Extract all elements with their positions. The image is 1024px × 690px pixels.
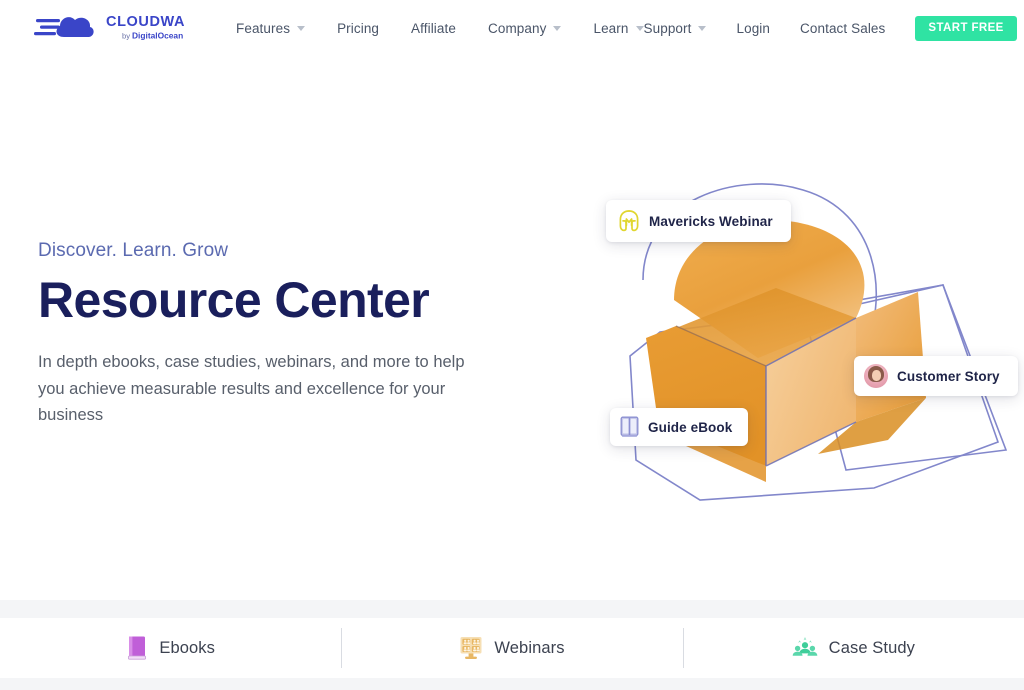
nav-item-support[interactable]: Support: [644, 21, 707, 36]
tab-webinars[interactable]: Webinars: [341, 626, 682, 670]
cloudways-logo[interactable]: CLOUDWAYS by DigitalOcean: [34, 8, 184, 48]
nav-item-learn[interactable]: Learn: [593, 20, 644, 36]
card-label: Guide eBook: [648, 419, 733, 435]
chevron-down-icon: [698, 25, 707, 31]
svg-text:CLOUDWAYS: CLOUDWAYS: [106, 14, 184, 30]
nav-label: Pricing: [337, 20, 380, 36]
nav-label: Login: [736, 20, 771, 36]
mavericks-helmet-icon: [618, 209, 640, 233]
nav-label: Affiliate: [411, 20, 456, 36]
svg-text:by: by: [122, 32, 130, 41]
nav-label: Support: [643, 20, 692, 36]
tab-label: Webinars: [494, 638, 565, 657]
nav-label: Features: [236, 20, 291, 36]
nav-label: Company: [487, 20, 547, 36]
page-root: CLOUDWAYS by DigitalOcean Features Prici…: [0, 0, 1024, 690]
purple-book-icon: [126, 635, 148, 661]
nav-item-pricing[interactable]: Pricing: [337, 21, 379, 36]
card-label: Customer Story: [897, 368, 1000, 384]
tab-label: Case Study: [828, 638, 915, 657]
card-customer-story[interactable]: Customer Story: [854, 356, 1018, 396]
nav-item-affiliate[interactable]: Affiliate: [411, 21, 456, 36]
resource-type-tabs: Ebooks Webinars Case Study: [0, 618, 1024, 678]
tab-case-study[interactable]: Case Study: [682, 626, 1024, 670]
card-mavericks-webinar[interactable]: Mavericks Webinar: [606, 200, 791, 242]
secondary-navigation: Support Login Contact Sales START FREE: [644, 15, 1017, 41]
start-free-button[interactable]: START FREE: [915, 15, 1017, 41]
tab-label: Ebooks: [159, 638, 215, 657]
people-group-icon: [792, 635, 818, 661]
section-divider-bottom: [0, 678, 1024, 690]
cloud-speed-icon: CLOUDWAYS by DigitalOcean: [34, 14, 184, 41]
card-guide-ebook[interactable]: Guide eBook: [610, 408, 749, 446]
chevron-down-icon: [553, 25, 562, 31]
nav-item-contact-sales[interactable]: Contact Sales: [800, 21, 885, 36]
nav-item-company[interactable]: Company: [487, 20, 562, 36]
hero-description: In depth ebooks, case studies, webinars,…: [38, 353, 465, 425]
page-title: Resource Center: [38, 272, 430, 328]
nav-label: Contact Sales: [800, 20, 886, 36]
hero-illustration: Mavericks Webinar Customer Story Guide e…: [588, 160, 1024, 520]
svg-text:DigitalOcean: DigitalOcean: [132, 31, 183, 41]
webinar-grid-icon: [459, 635, 483, 661]
avatar: [864, 364, 888, 388]
hero-eyebrow: Discover. Learn. Grow: [38, 240, 229, 261]
chevron-down-icon: [635, 25, 644, 31]
section-divider-top: [0, 600, 1024, 618]
nav-item-login[interactable]: Login: [736, 21, 770, 36]
nav-item-features[interactable]: Features: [236, 20, 306, 36]
hero-text-block: Discover. Learn. Grow Resource Center In…: [38, 240, 508, 429]
site-header: CLOUDWAYS by DigitalOcean Features Prici…: [0, 0, 1024, 56]
card-label: Mavericks Webinar: [649, 213, 773, 229]
tab-ebooks[interactable]: Ebooks: [0, 626, 341, 670]
nav-label: Learn: [593, 20, 629, 36]
open-book-icon: [620, 416, 639, 438]
primary-navigation: Features Pricing Affiliate Company Learn: [236, 21, 644, 36]
chevron-down-icon: [297, 25, 306, 31]
